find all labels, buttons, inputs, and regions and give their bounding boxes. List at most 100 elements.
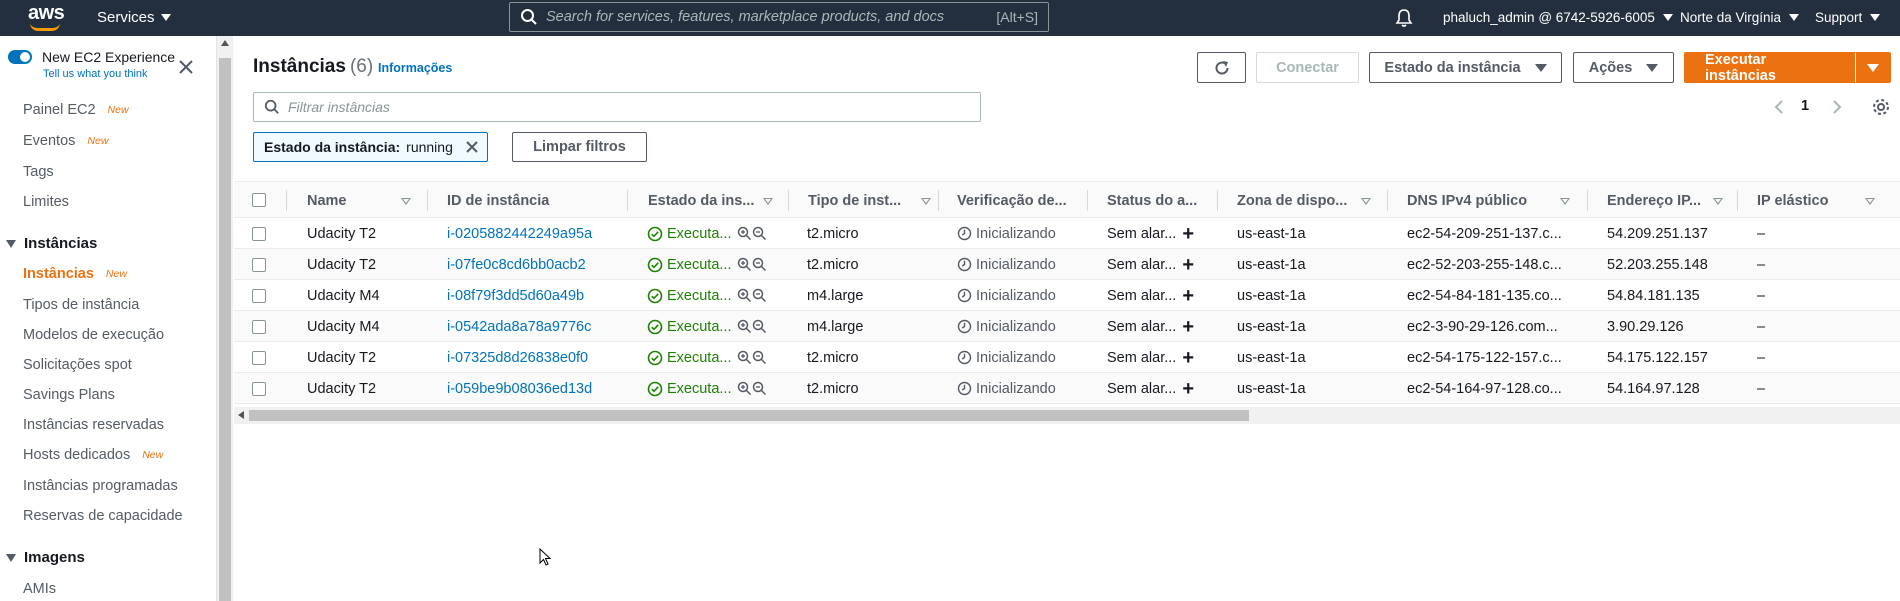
row-checkbox[interactable] bbox=[252, 227, 266, 241]
sidebar-item-instancias-programadas[interactable]: Instâncias programadas bbox=[23, 478, 178, 494]
column-header-instance-id[interactable]: ID de instância bbox=[447, 182, 597, 219]
table-row[interactable]: Udacity T2 i-0205882442249a95a Executa..… bbox=[234, 218, 1900, 249]
refresh-button[interactable] bbox=[1197, 52, 1246, 83]
zoom-out-icon[interactable] bbox=[752, 226, 767, 241]
cell-instance-state: Executa... bbox=[647, 373, 785, 404]
sidebar-item-tags[interactable]: Tags bbox=[23, 164, 54, 180]
zoom-in-icon[interactable] bbox=[737, 381, 752, 396]
sidebar-item-savings-plans[interactable]: Savings Plans bbox=[23, 387, 115, 403]
previous-page-icon[interactable] bbox=[1773, 99, 1785, 115]
column-header-elastic-ip[interactable]: IP elástico bbox=[1757, 182, 1887, 219]
table-row[interactable]: Udacity T2 i-07fe0c8cd6bb0acb2 Executa..… bbox=[234, 249, 1900, 280]
sidebar-section-imagens[interactable]: Imagens bbox=[6, 549, 85, 566]
add-alarm-icon[interactable]: + bbox=[1182, 348, 1194, 368]
table-row[interactable]: Udacity T2 i-07325d8d26838e0f0 Executa..… bbox=[234, 342, 1900, 373]
account-menu[interactable]: phaluch_admin @ 6742-5926-6005 bbox=[1443, 10, 1673, 25]
sidebar-item-hosts-dedicados[interactable]: Hosts dedicados New bbox=[23, 447, 163, 463]
feedback-link[interactable]: Tell us what you think bbox=[43, 68, 148, 80]
table-row[interactable]: Udacity M4 i-08f79f3dd5d60a49b Executa..… bbox=[234, 280, 1900, 311]
sidebar-item-instancias[interactable]: Instâncias New bbox=[23, 266, 127, 282]
launch-dropdown[interactable] bbox=[1856, 53, 1890, 82]
global-search-input[interactable]: Search for services, features, marketpla… bbox=[509, 2, 1049, 32]
bell-icon[interactable] bbox=[1394, 8, 1414, 28]
zoom-out-icon[interactable] bbox=[752, 288, 767, 303]
column-header-instance-state[interactable]: Estado da ins... bbox=[648, 182, 778, 219]
sidebar-item-label: AMIs bbox=[23, 581, 57, 597]
sidebar-item-solicitacoes-spot[interactable]: Solicitações spot bbox=[23, 357, 132, 373]
column-divider bbox=[286, 190, 287, 211]
add-alarm-icon[interactable]: + bbox=[1182, 255, 1194, 275]
sidebar-item-amis[interactable]: AMIs bbox=[23, 581, 56, 597]
zoom-in-icon[interactable] bbox=[737, 288, 752, 303]
add-alarm-icon[interactable]: + bbox=[1182, 317, 1194, 337]
column-header-public-dns[interactable]: DNS IPv4 público bbox=[1407, 182, 1577, 219]
cell-instance-id[interactable]: i-0542ada8a78a9776c bbox=[447, 311, 622, 342]
sidebar-item-instancias-reservadas[interactable]: Instâncias reservadas bbox=[23, 417, 164, 433]
table-row[interactable]: Udacity M4 i-0542ada8a78a9776c Executa..… bbox=[234, 311, 1900, 342]
cell-instance-id[interactable]: i-08f79f3dd5d60a49b bbox=[447, 280, 622, 311]
row-checkbox[interactable] bbox=[252, 351, 266, 365]
cell-instance-id[interactable]: i-0205882442249a95a bbox=[447, 218, 622, 249]
column-header-availability-zone[interactable]: Zona de dispo... bbox=[1237, 182, 1377, 219]
gear-icon[interactable] bbox=[1872, 98, 1890, 116]
cell-instance-id[interactable]: i-07fe0c8cd6bb0acb2 bbox=[447, 249, 622, 280]
services-menu[interactable]: Services bbox=[97, 9, 171, 26]
new-experience-toggle[interactable] bbox=[8, 50, 32, 64]
zoom-in-icon[interactable] bbox=[737, 350, 752, 365]
page-number[interactable]: 1 bbox=[1801, 98, 1809, 114]
connect-button[interactable]: Conectar bbox=[1256, 52, 1359, 83]
zoom-in-icon[interactable] bbox=[737, 319, 752, 334]
zoom-in-icon[interactable] bbox=[737, 226, 752, 241]
table-row[interactable]: Udacity T2 i-059be9b08036ed13d Executa..… bbox=[234, 373, 1900, 404]
clear-filters-button[interactable]: Limpar filtros bbox=[512, 132, 647, 162]
region-menu[interactable]: Norte da Virgínia bbox=[1680, 10, 1800, 25]
zoom-in-icon[interactable] bbox=[737, 257, 752, 272]
actions-button[interactable]: Ações bbox=[1573, 52, 1674, 83]
zoom-out-icon[interactable] bbox=[752, 257, 767, 272]
row-checkbox[interactable] bbox=[252, 382, 266, 396]
instance-state-button[interactable]: Estado da instância bbox=[1369, 52, 1562, 83]
sidebar-item-modelos-de-execucao[interactable]: Modelos de execução bbox=[23, 327, 164, 343]
sidebar-item-tipos-de-instancia[interactable]: Tipos de instância bbox=[23, 297, 139, 313]
select-all-checkbox[interactable] bbox=[252, 193, 266, 207]
add-alarm-icon[interactable]: + bbox=[1182, 224, 1194, 244]
scrollbar-thumb[interactable] bbox=[249, 410, 1249, 421]
column-header-name[interactable]: Name bbox=[307, 182, 417, 219]
remove-filter-icon[interactable] bbox=[465, 140, 479, 154]
scrollbar-thumb[interactable] bbox=[219, 58, 231, 601]
info-link[interactable]: Informações bbox=[378, 61, 452, 75]
table-horizontal-scrollbar[interactable] bbox=[234, 407, 1900, 424]
sidebar-item-reservas-de-capacidade[interactable]: Reservas de capacidade bbox=[23, 508, 183, 524]
scroll-up-icon[interactable] bbox=[221, 40, 229, 46]
sidebar-item-eventos[interactable]: Eventos New bbox=[23, 133, 108, 149]
cell-elastic-ip: – bbox=[1757, 318, 1766, 335]
column-header-instance-type[interactable]: Tipo de inst... bbox=[808, 182, 938, 219]
add-alarm-icon[interactable]: + bbox=[1182, 286, 1194, 306]
column-header-alarm-status[interactable]: Status do a... bbox=[1107, 182, 1207, 219]
launch-instances-button[interactable]: Executar instâncias bbox=[1684, 52, 1891, 84]
row-checkbox[interactable] bbox=[252, 320, 266, 334]
launch-instances-label[interactable]: Executar instâncias bbox=[1685, 52, 1856, 84]
row-checkbox[interactable] bbox=[252, 289, 266, 303]
column-divider bbox=[1737, 190, 1738, 211]
add-alarm-icon[interactable]: + bbox=[1182, 379, 1194, 399]
cell-instance-id[interactable]: i-059be9b08036ed13d bbox=[447, 373, 622, 404]
scroll-left-icon[interactable] bbox=[238, 411, 244, 419]
sidebar-scrollbar[interactable] bbox=[216, 36, 233, 601]
close-icon[interactable] bbox=[177, 58, 195, 76]
filter-instances-input[interactable]: Filtrar instâncias bbox=[253, 92, 981, 122]
zoom-out-icon[interactable] bbox=[752, 381, 767, 396]
column-header-ip-address[interactable]: Endereço IP... bbox=[1607, 182, 1732, 219]
zoom-out-icon[interactable] bbox=[752, 319, 767, 334]
aws-logo[interactable]: aws bbox=[28, 3, 68, 32]
zoom-out-icon[interactable] bbox=[752, 350, 767, 365]
cell-instance-id[interactable]: i-07325d8d26838e0f0 bbox=[447, 342, 622, 373]
row-checkbox[interactable] bbox=[252, 258, 266, 272]
support-menu[interactable]: Support bbox=[1815, 10, 1881, 25]
sidebar-section-instancias[interactable]: Instâncias bbox=[6, 235, 97, 252]
sort-icon bbox=[401, 198, 411, 205]
column-header-status-check[interactable]: Verificação de... bbox=[957, 182, 1077, 219]
next-page-icon[interactable] bbox=[1831, 99, 1843, 115]
sidebar-item-painel-ec2[interactable]: Painel EC2 New bbox=[23, 102, 129, 118]
sidebar-item-limites[interactable]: Limites bbox=[23, 194, 69, 210]
